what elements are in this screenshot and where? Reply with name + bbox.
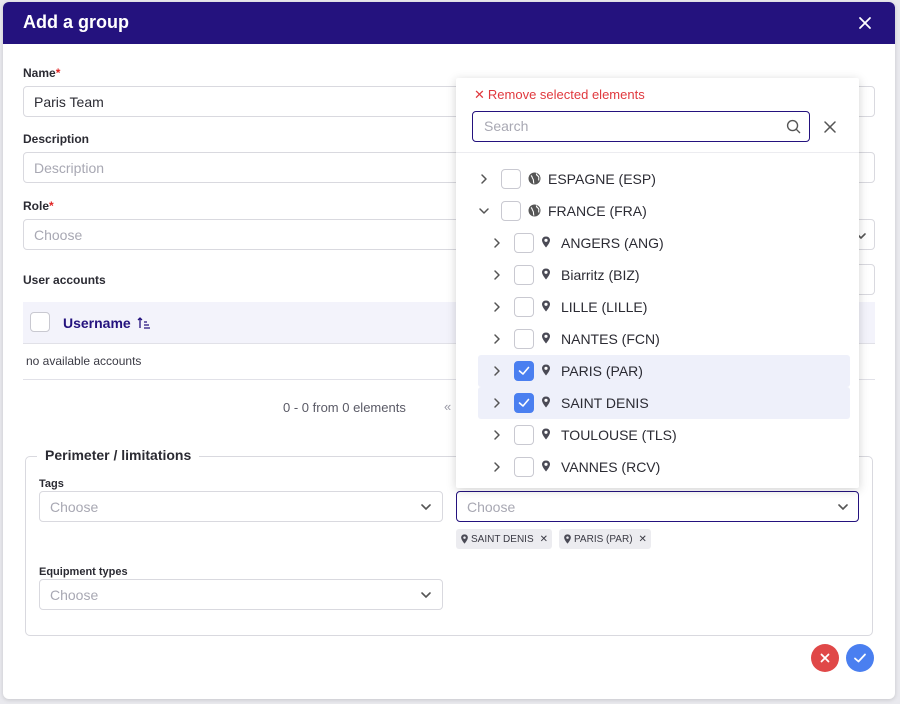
sort-ascending-icon bbox=[137, 317, 150, 329]
tree-node-checkbox[interactable] bbox=[514, 297, 534, 317]
tree-node-checkbox[interactable] bbox=[514, 361, 534, 381]
remove-chip-icon[interactable]: ✕ bbox=[540, 534, 548, 545]
perimeter-legend: Perimeter / limitations bbox=[37, 447, 200, 463]
tree-node-label: ANGERS (ANG) bbox=[561, 235, 664, 251]
cancel-button[interactable] bbox=[811, 644, 839, 672]
map-pin-icon bbox=[542, 460, 550, 472]
check-icon bbox=[854, 653, 866, 663]
tree-node-label: Biarritz (BIZ) bbox=[561, 267, 640, 283]
tree-node-checkbox[interactable] bbox=[501, 201, 521, 221]
chevron-down-icon bbox=[421, 592, 431, 599]
pagination-first-button[interactable]: « bbox=[444, 399, 451, 414]
globe-icon bbox=[528, 204, 541, 217]
clear-search-icon[interactable] bbox=[823, 120, 837, 134]
chevron-right-icon[interactable] bbox=[491, 429, 503, 441]
tree-node[interactable]: Biarritz (BIZ) bbox=[478, 259, 850, 291]
modal-header: Add a group bbox=[3, 2, 895, 44]
tree-node-checkbox[interactable] bbox=[514, 457, 534, 477]
map-pin-icon bbox=[564, 534, 571, 544]
empty-accounts-text: no available accounts bbox=[26, 354, 142, 368]
map-pin-icon bbox=[542, 396, 550, 408]
confirm-button[interactable] bbox=[846, 644, 874, 672]
tree-node[interactable]: ESPAGNE (ESP) bbox=[478, 163, 850, 195]
chevron-right-icon[interactable] bbox=[491, 365, 503, 377]
tree-node-checkbox[interactable] bbox=[514, 265, 534, 285]
chip-saint-denis: SAINT DENIS ✕ bbox=[456, 529, 552, 549]
modal-title: Add a group bbox=[23, 12, 129, 32]
close-icon[interactable] bbox=[855, 13, 875, 33]
select-all-checkbox[interactable] bbox=[30, 312, 50, 332]
tree-node[interactable]: ANGERS (ANG) bbox=[478, 227, 850, 259]
chevron-down-icon bbox=[838, 504, 848, 511]
tree-node[interactable]: LILLE (LILLE) bbox=[478, 291, 850, 323]
remove-selected-button[interactable]: ✕ Remove selected elements bbox=[474, 87, 645, 103]
globe-icon bbox=[528, 172, 541, 185]
tree-node-label: NANTES (FCN) bbox=[561, 331, 660, 347]
tags-label: Tags bbox=[39, 478, 64, 490]
chip-paris: PARIS (PAR) ✕ bbox=[559, 529, 651, 549]
chevron-right-icon[interactable] bbox=[491, 397, 503, 409]
chevron-right-icon[interactable] bbox=[491, 333, 503, 345]
column-username[interactable]: Username bbox=[63, 315, 151, 331]
remove-chip-icon[interactable]: ✕ bbox=[639, 534, 647, 545]
chevron-right-icon[interactable] bbox=[478, 173, 490, 185]
map-pin-icon bbox=[542, 428, 550, 440]
chevron-down-icon[interactable] bbox=[478, 205, 490, 217]
close-icon bbox=[820, 653, 830, 663]
map-pin-icon bbox=[542, 332, 550, 344]
map-pin-icon bbox=[542, 364, 550, 376]
tree-node-checkbox[interactable] bbox=[514, 329, 534, 349]
map-pin-icon bbox=[461, 534, 468, 544]
role-label: Role* bbox=[23, 199, 54, 213]
tree-node-checkbox[interactable] bbox=[514, 393, 534, 413]
tree-node-label: TOULOUSE (TLS) bbox=[561, 427, 677, 443]
chevron-right-icon[interactable] bbox=[491, 301, 503, 313]
tree-node[interactable]: VANNES (RCV) bbox=[478, 451, 850, 483]
site-tree-dropdown: ✕Remove selected elements ESPAGNE (ESP) F… bbox=[456, 78, 859, 488]
tree-node-label: SAINT DENIS bbox=[561, 395, 649, 411]
tree-search-box bbox=[472, 111, 810, 142]
pagination-text: 0 - 0 from 0 elements bbox=[283, 400, 406, 415]
map-pin-icon bbox=[542, 236, 550, 248]
tree-node[interactable]: TOULOUSE (TLS) bbox=[478, 419, 850, 451]
chevron-right-icon[interactable] bbox=[491, 461, 503, 473]
tree-node-label: FRANCE (FRA) bbox=[548, 203, 647, 219]
tree-node[interactable]: SAINT DENIS bbox=[478, 387, 850, 419]
description-label: Description bbox=[23, 132, 90, 146]
tree-separator bbox=[456, 152, 859, 153]
tree-node-checkbox[interactable] bbox=[501, 169, 521, 189]
equipment-types-select[interactable]: Choose bbox=[39, 579, 443, 610]
name-label: Name* bbox=[23, 66, 61, 80]
user-accounts-label: User accounts bbox=[23, 273, 106, 287]
chevron-down-icon bbox=[421, 504, 431, 511]
tree-node-label: VANNES (RCV) bbox=[561, 459, 661, 475]
tree-node[interactable]: FRANCE (FRA) bbox=[478, 195, 850, 227]
map-pin-icon bbox=[542, 268, 550, 280]
equipment-types-label: Equipment types bbox=[39, 566, 128, 578]
chevron-right-icon[interactable] bbox=[491, 237, 503, 249]
close-icon: ✕ bbox=[474, 87, 485, 102]
tree-search-input[interactable] bbox=[482, 117, 772, 135]
tree-node-checkbox[interactable] bbox=[514, 425, 534, 445]
tags-select[interactable]: Choose bbox=[39, 491, 443, 522]
tree-node[interactable]: PARIS (PAR) bbox=[478, 355, 850, 387]
tree-node[interactable]: NANTES (FCN) bbox=[478, 323, 850, 355]
tree-node-checkbox[interactable] bbox=[514, 233, 534, 253]
tree-node-label: ESPAGNE (ESP) bbox=[548, 171, 656, 187]
tree-node-label: PARIS (PAR) bbox=[561, 363, 643, 379]
sites-select[interactable]: Choose bbox=[456, 491, 859, 522]
chevron-right-icon[interactable] bbox=[491, 269, 503, 281]
map-pin-icon bbox=[542, 300, 550, 312]
tree-node-label: LILLE (LILLE) bbox=[561, 299, 648, 315]
search-icon bbox=[786, 119, 801, 134]
